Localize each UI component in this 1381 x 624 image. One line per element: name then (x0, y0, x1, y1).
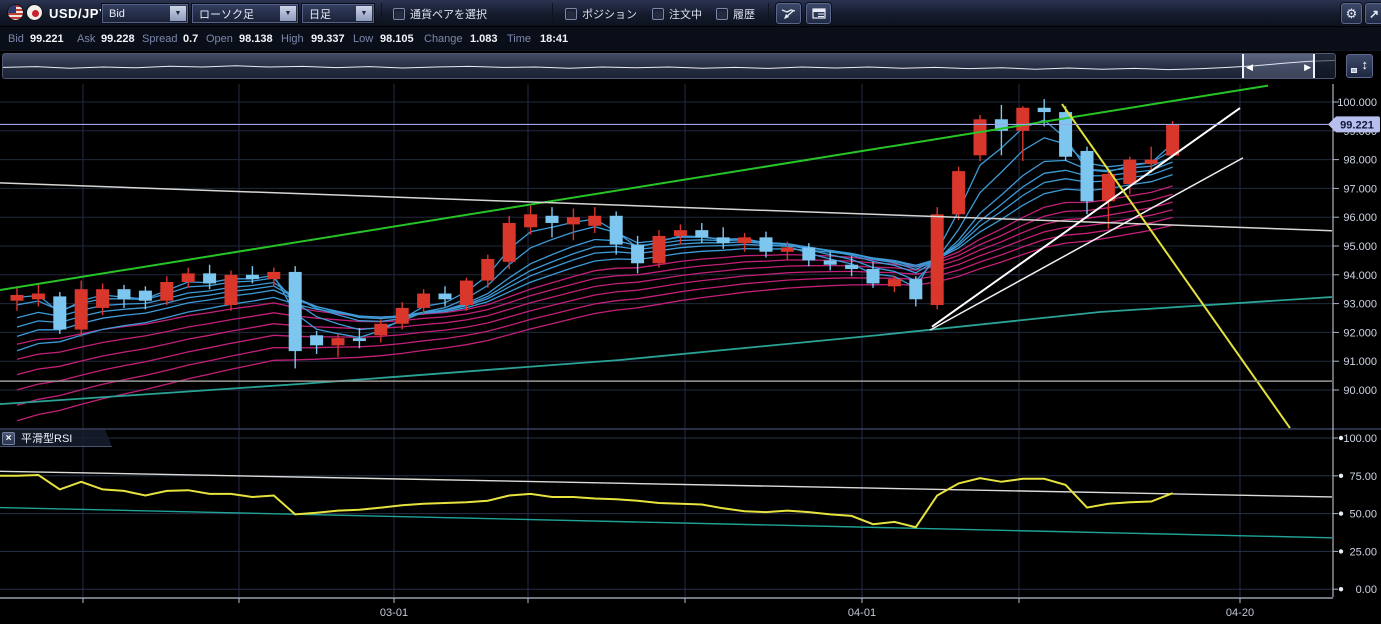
candle (845, 265, 858, 269)
candle (546, 216, 559, 223)
price-axis-label: 93.000 (1343, 299, 1377, 311)
rsi-close-button[interactable]: × (2, 432, 15, 445)
rsi-axis-label: 75.00 (1349, 471, 1377, 483)
rsi-panel-tag: × 平滑型RSI (0, 430, 112, 447)
candle (160, 282, 173, 301)
candle (588, 216, 601, 226)
candle (396, 308, 409, 324)
candle (931, 214, 944, 305)
candle (481, 259, 494, 281)
candle (267, 272, 280, 279)
candle (1123, 160, 1136, 184)
candle (203, 273, 216, 283)
candle (32, 294, 45, 300)
date-axis-label: 03-01 (380, 607, 408, 619)
candle (631, 245, 644, 264)
price-axis-label: 100.000 (1337, 97, 1377, 109)
price-axis-label: 92.000 (1343, 327, 1377, 339)
candle (310, 335, 323, 345)
candle (1081, 151, 1094, 201)
candle (653, 236, 666, 263)
candle (417, 294, 430, 308)
candle (781, 247, 794, 251)
price-axis-label: 98.000 (1343, 155, 1377, 167)
rsi-axis-label: 0.00 (1356, 584, 1377, 596)
candle (1166, 124, 1179, 155)
candle (1016, 108, 1029, 131)
candle (695, 230, 708, 237)
candle (802, 247, 815, 260)
candle (332, 338, 345, 345)
candle (11, 295, 24, 301)
candle (289, 272, 302, 351)
current-price-badge-value: 99.221 (1340, 119, 1374, 131)
candle (96, 289, 109, 308)
candle (888, 279, 901, 286)
candle (75, 289, 88, 329)
candle (909, 279, 922, 299)
price-axis-label: 91.000 (1343, 356, 1377, 368)
price-axis-label: 90.000 (1343, 385, 1377, 397)
price-axis-label: 95.000 (1343, 241, 1377, 253)
rsi-axis-label: 50.00 (1349, 509, 1377, 521)
candle (182, 273, 195, 282)
candle (610, 216, 623, 245)
candle (524, 214, 537, 227)
candle (1145, 160, 1158, 164)
price-axis-label: 96.000 (1343, 212, 1377, 224)
candle (353, 338, 366, 341)
candle (760, 237, 773, 251)
candle (139, 291, 152, 301)
candle (717, 237, 730, 243)
date-axis-label: 04-01 (848, 607, 876, 619)
candle (503, 223, 516, 262)
date-axis-label: 04-20 (1226, 607, 1254, 619)
candle (1038, 108, 1051, 112)
candle (225, 275, 238, 305)
candle (674, 230, 687, 236)
candle (824, 260, 837, 264)
candle (867, 269, 880, 283)
rsi-axis-label: 25.00 (1349, 546, 1377, 558)
candle (952, 171, 965, 214)
candle (118, 289, 131, 299)
candle (439, 294, 452, 300)
candle (738, 237, 751, 243)
rsi-panel-title: 平滑型RSI (21, 430, 72, 446)
candle (374, 324, 387, 336)
candle (567, 217, 580, 224)
price-axis-label: 97.000 (1343, 183, 1377, 195)
price-axis-label: 94.000 (1343, 270, 1377, 282)
trading-app: USD/JPY Bid ▼ ローソク足 ▼ 日足 ▼ 通貨ペアを選択 ポジション… (0, 0, 1381, 624)
candle (246, 275, 259, 279)
rsi-axis-label: 100.00 (1343, 433, 1377, 445)
candle (460, 281, 473, 305)
chart-canvas[interactable]: 100.00099.00098.00097.00096.00095.00094.… (0, 0, 1381, 624)
candle (53, 296, 66, 329)
